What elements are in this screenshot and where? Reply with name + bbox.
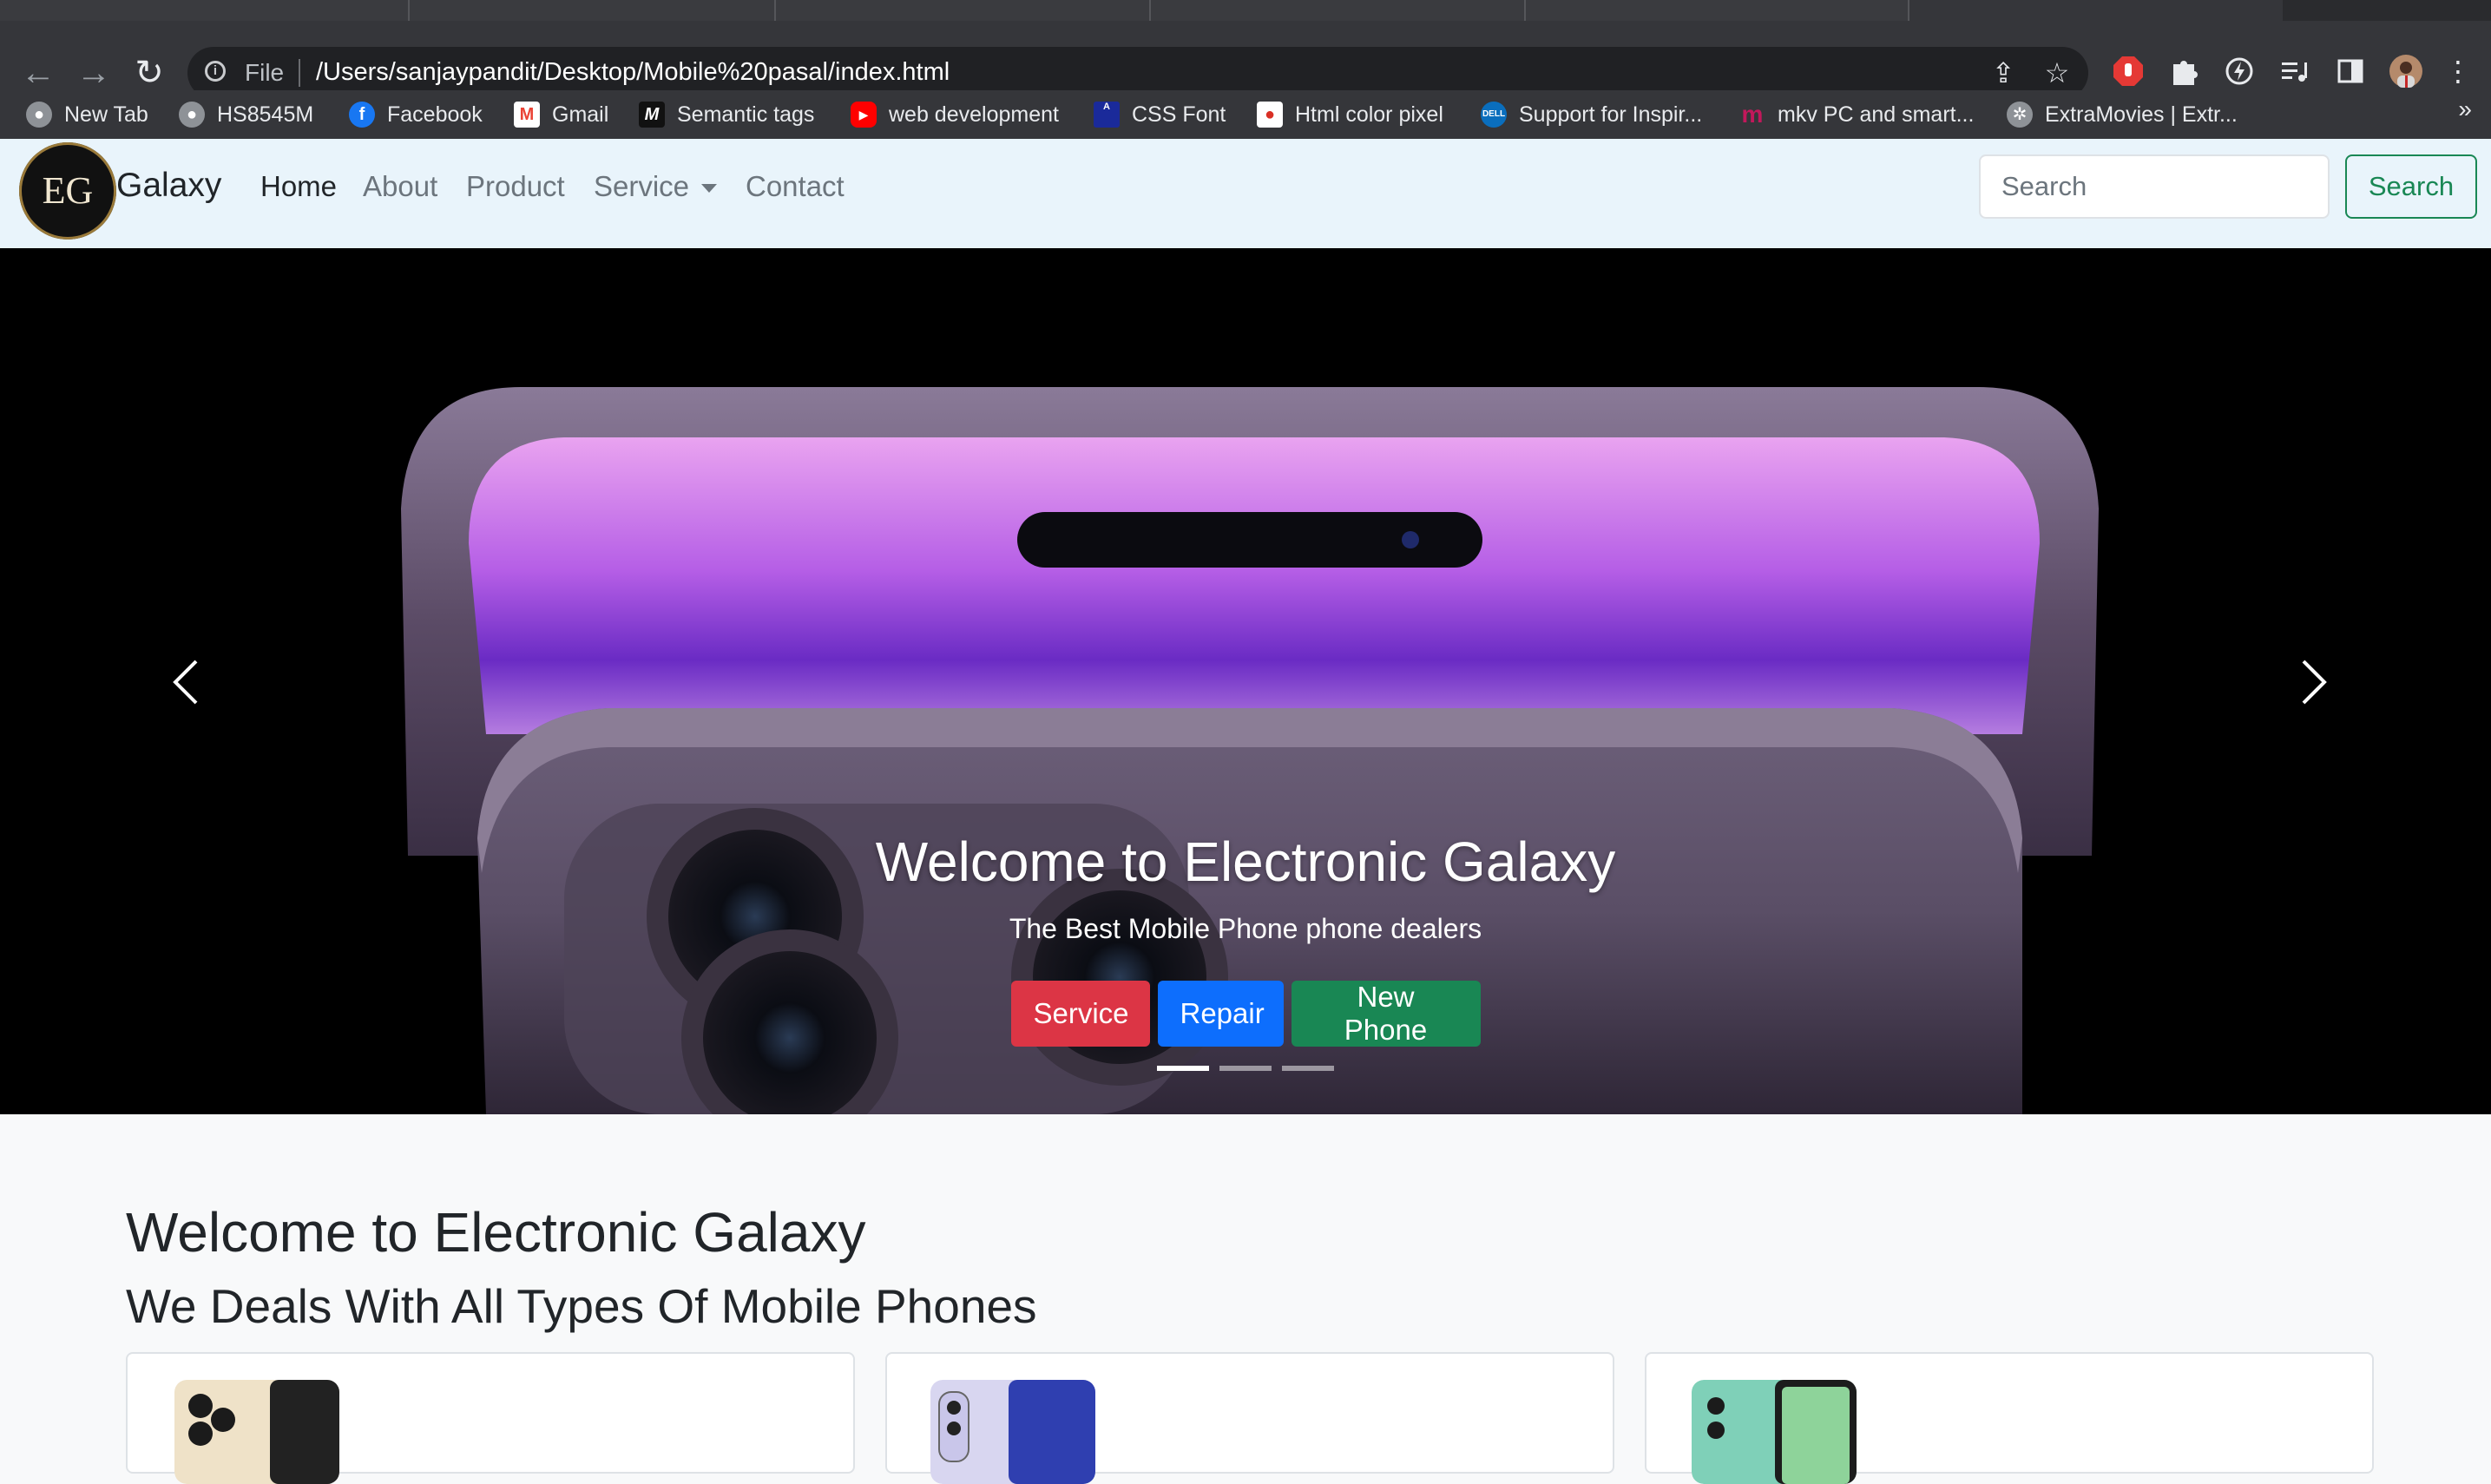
product-image <box>1692 1380 1857 1484</box>
mkv-icon: m <box>1741 101 1764 128</box>
carousel-next-button[interactable] <box>2277 647 2347 717</box>
bookmark-label: ExtraMovies | Extr... <box>2045 102 2238 127</box>
bookmark-label: Facebook <box>387 102 483 127</box>
browser-tab-strip <box>0 0 2491 21</box>
share-icon[interactable]: ⇪ <box>1988 57 2019 89</box>
bookmark-extramovies[interactable]: ✲ ExtraMovies | Extr... <box>2007 97 2238 132</box>
bookmark-facebook[interactable]: f Facebook <box>349 97 483 132</box>
facebook-icon: f <box>349 102 375 128</box>
brand-name[interactable]: Galaxy <box>116 167 221 205</box>
bookmark-label: mkv PC and smart... <box>1778 102 1975 127</box>
bookmarks-bar: ● New Tab ● HS8545M f Facebook M Gmail M… <box>0 90 2491 139</box>
nav-service-label: Service <box>594 170 690 202</box>
browser-tab-active[interactable] <box>1909 0 2283 21</box>
bookmark-label: Html color pixel <box>1295 102 1443 127</box>
brand-logo[interactable]: EG <box>19 142 116 240</box>
dell-icon: DELL <box>1481 102 1507 128</box>
extensions-puzzle-icon[interactable] <box>2166 54 2201 89</box>
site-navbar: EG Galaxy Home About Product Service Con… <box>0 139 2491 248</box>
carousel-indicator[interactable] <box>1219 1066 1272 1071</box>
globe-icon: ● <box>179 102 205 128</box>
bookmark-css-font[interactable]: A CSS Font <box>1094 97 1226 132</box>
repair-button[interactable]: Repair <box>1157 981 1284 1047</box>
colorpixel-icon: ● <box>1257 102 1283 128</box>
nav-about[interactable]: About <box>363 170 437 203</box>
carousel-caption: Welcome to Electronic Galaxy The Best Mo… <box>0 828 2491 946</box>
bookmark-label: CSS Font <box>1132 102 1226 127</box>
reload-icon[interactable]: ↻ <box>127 50 172 95</box>
bookmark-label: web development <box>889 102 1059 127</box>
bookmark-label: Semantic tags <box>677 102 815 127</box>
bookmark-new-tab[interactable]: ● New Tab <box>26 97 148 132</box>
bookmark-label: New Tab <box>64 102 148 127</box>
info-icon[interactable]: i <box>205 61 226 82</box>
page-subheading: We Deals With All Types Of Mobile Phones <box>126 1279 1037 1333</box>
youtube-icon: ▶ <box>851 102 877 128</box>
chevron-right-icon <box>2302 660 2327 705</box>
carousel-indicators <box>0 1066 2491 1071</box>
carousel-indicator[interactable] <box>1157 1066 1209 1071</box>
product-image <box>174 1380 339 1484</box>
performance-icon[interactable] <box>2222 54 2257 89</box>
bookmark-mkv[interactable]: m mkv PC and smart... <box>1739 97 1975 132</box>
hero-carousel: Welcome to Electronic Galaxy The Best Mo… <box>0 248 2491 1114</box>
film-icon: ✲ <box>2007 102 2033 128</box>
carousel-title: Welcome to Electronic Galaxy <box>875 831 1616 893</box>
product-card[interactable] <box>885 1352 1614 1484</box>
browser-tab[interactable] <box>776 0 1151 21</box>
bookmark-label: Gmail <box>552 102 609 127</box>
product-card[interactable] <box>126 1352 855 1484</box>
chevron-down-icon <box>701 184 718 194</box>
browser-tab[interactable] <box>1526 0 1909 21</box>
carousel-subtitle: The Best Mobile Phone phone dealers <box>1009 913 1482 944</box>
bookmark-hs8545m[interactable]: ● HS8545M <box>179 97 313 132</box>
media-control-icon[interactable] <box>2277 54 2312 89</box>
m-icon: M <box>639 102 665 128</box>
bookmark-label: Support for Inspir... <box>1519 102 1703 127</box>
bookmark-star-icon[interactable]: ☆ <box>2041 57 2073 89</box>
file-scheme-label: File <box>245 59 285 86</box>
carousel-prev-button[interactable] <box>153 647 222 717</box>
forward-arrow-icon[interactable]: → <box>71 50 116 95</box>
cssfont-icon: A <box>1094 102 1120 128</box>
bookmark-semantic-tags[interactable]: M Semantic tags <box>639 97 814 132</box>
bookmark-html-color-pixel[interactable]: ● Html color pixel <box>1257 97 1443 132</box>
new-phone-button[interactable]: New Phone <box>1291 981 1481 1047</box>
bookmarks-overflow-icon[interactable]: » <box>2458 95 2472 123</box>
kebab-menu-icon[interactable]: ⋮ <box>2444 54 2472 89</box>
back-arrow-icon[interactable]: ← <box>16 50 61 95</box>
carousel-buttons: Service Repair New Phone <box>0 981 2491 1047</box>
nav-home[interactable]: Home <box>260 170 337 203</box>
search-button[interactable]: Search <box>2345 154 2477 219</box>
bookmark-label: HS8545M <box>217 102 314 127</box>
chevron-left-icon <box>173 660 198 705</box>
address-separator <box>299 59 300 87</box>
bookmark-support-inspiron[interactable]: DELL Support for Inspir... <box>1481 97 1702 132</box>
nav-product[interactable]: Product <box>466 170 565 203</box>
product-image <box>930 1380 1095 1484</box>
url-text[interactable]: /Users/sanjaypandit/Desktop/Mobile%20pas… <box>316 58 950 87</box>
gmail-icon: M <box>514 102 540 128</box>
carousel-indicator[interactable] <box>1282 1066 1334 1071</box>
service-button[interactable]: Service <box>1010 981 1150 1047</box>
nav-contact[interactable]: Contact <box>746 170 845 203</box>
nav-service-dropdown[interactable]: Service <box>594 170 718 203</box>
globe-icon: ● <box>26 102 52 128</box>
browser-tab[interactable] <box>1151 0 1526 21</box>
profile-avatar[interactable] <box>2389 54 2423 89</box>
page-heading: Welcome to Electronic Galaxy <box>126 1201 866 1264</box>
adblock-extension-icon[interactable] <box>2111 54 2146 89</box>
bookmark-web-development[interactable]: ▶ web development <box>851 97 1059 132</box>
search-input[interactable] <box>1979 154 2330 219</box>
bookmark-gmail[interactable]: M Gmail <box>514 97 608 132</box>
product-card[interactable] <box>1645 1352 2374 1484</box>
side-panel-icon[interactable] <box>2333 54 2368 89</box>
browser-tab[interactable] <box>410 0 776 21</box>
browser-tab[interactable] <box>0 0 410 21</box>
